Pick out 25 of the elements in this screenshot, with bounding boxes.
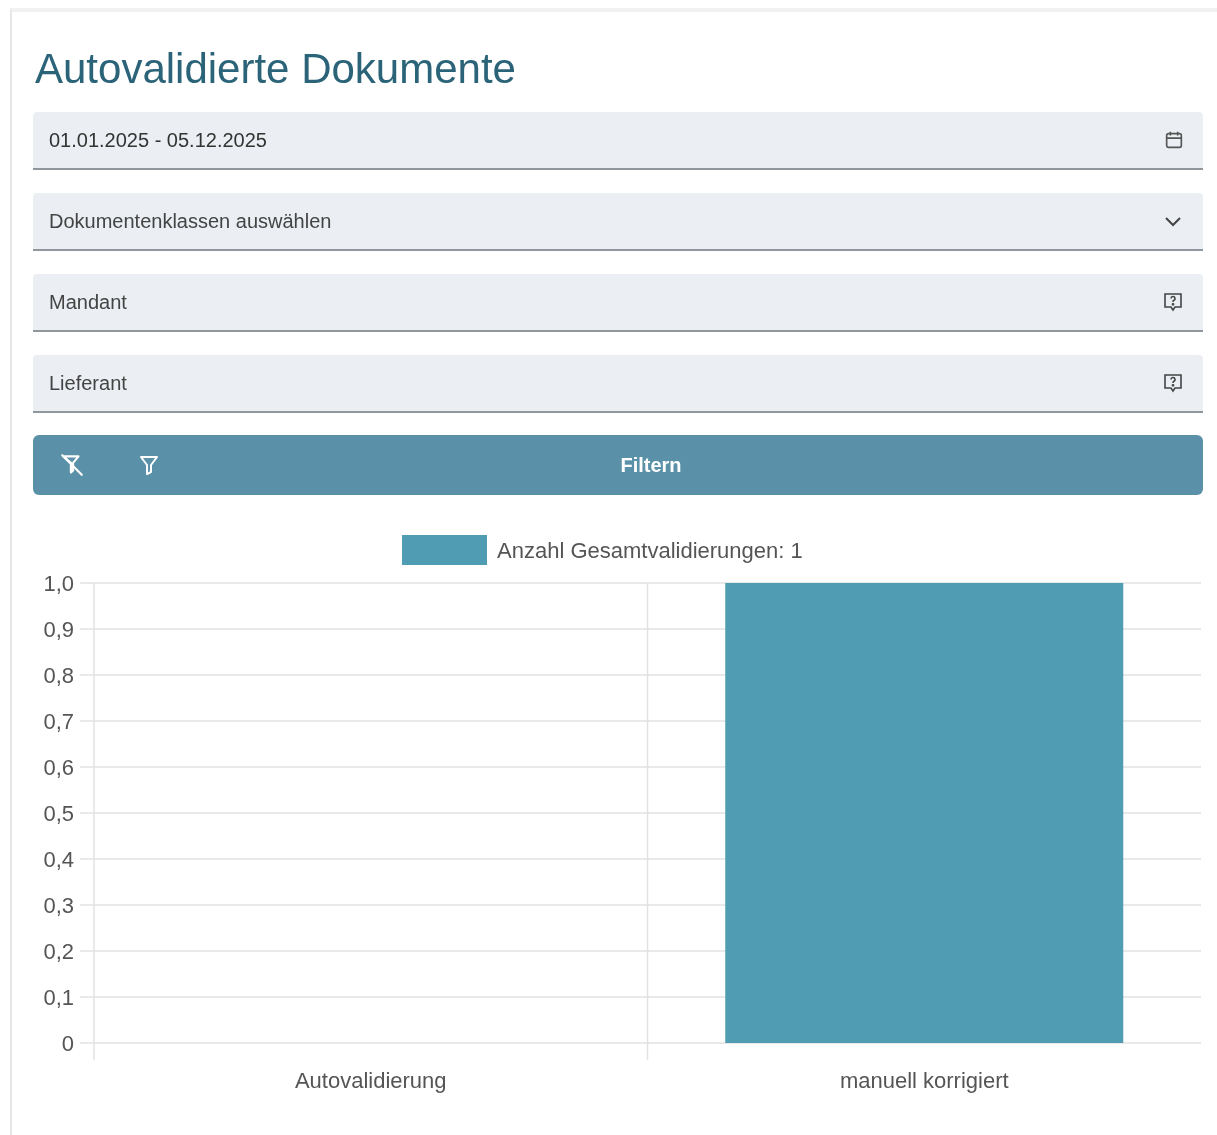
- y-axis-label: 0,5: [43, 801, 74, 827]
- y-axis-label: 1,0: [43, 571, 74, 597]
- y-axis-label: 0,4: [43, 847, 74, 873]
- page-title: Autovalidierte Dokumente: [35, 46, 517, 93]
- filter-off-icon: [59, 452, 85, 479]
- lookup-input[interactable]: Mandant: [49, 287, 1161, 318]
- lookup-field[interactable]: Mandant: [33, 274, 1203, 333]
- select-field[interactable]: Dokumentenklassen auswählen: [33, 193, 1203, 252]
- lookup-field[interactable]: Lieferant: [33, 355, 1203, 414]
- date-range-input[interactable]: 01.01.2025 - 05.12.2025: [49, 125, 1163, 156]
- y-axis-label: 0: [61, 1031, 74, 1057]
- y-axis-label: 0,9: [43, 617, 74, 643]
- filter-icon: [137, 453, 161, 478]
- x-axis-label: Autovalidierung: [294, 1068, 447, 1094]
- y-axis-label: 0,2: [43, 939, 74, 965]
- legend-label: Anzahl Gesamtvalidierungen: 1: [497, 538, 803, 564]
- y-axis-label: 0,3: [43, 893, 74, 919]
- x-axis-label: manuell korrigiert: [839, 1068, 1009, 1094]
- select-input[interactable]: Dokumentenklassen auswählen: [49, 206, 1161, 237]
- y-axis-label: 0,6: [43, 755, 74, 781]
- lookup-input[interactable]: Lieferant: [49, 368, 1161, 399]
- y-axis-label: 0,7: [43, 709, 74, 735]
- y-axis-label: 0,1: [43, 985, 74, 1011]
- date-range-field[interactable]: 01.01.2025 - 05.12.2025: [33, 112, 1203, 171]
- y-axis-label: 0,8: [43, 663, 74, 689]
